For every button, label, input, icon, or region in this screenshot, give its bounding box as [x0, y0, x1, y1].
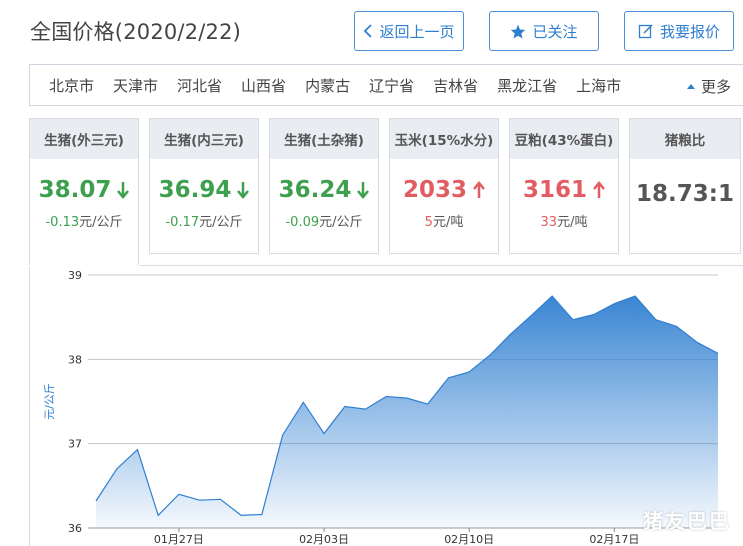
- y-tick-label: 36: [68, 522, 82, 535]
- region-bar: 北京市 天津市 河北省 山西省 内蒙古 辽宁省 吉林省 黑龙江省 上海市 更多: [29, 64, 743, 106]
- quote-button[interactable]: 我要报价: [624, 11, 734, 51]
- card-value: 2033: [402, 177, 467, 203]
- star-icon: [511, 24, 526, 39]
- price-card-pig-grain-ratio[interactable]: 猪粮比 18.73:1: [629, 118, 741, 254]
- region-item[interactable]: 山西省: [241, 75, 286, 96]
- card-change: -0.13: [45, 215, 80, 230]
- follow-label: 已关注: [532, 22, 578, 41]
- x-tick-label: 02月17日: [589, 533, 639, 546]
- price-chart-panel: 36 37 38 39 元/公斤 01月27日 02月03日 02月10日 02月17日 猪友巴…: [29, 265, 743, 546]
- quote-label: 我要报价: [659, 22, 720, 41]
- chevron-left-icon: [364, 24, 373, 38]
- card-value: 36.24: [278, 177, 352, 203]
- arrow-down-icon: [357, 182, 370, 199]
- card-unit: 元/公斤: [79, 215, 123, 230]
- card-title: 生猪(外三元): [30, 119, 138, 159]
- price-card-pig-local[interactable]: 生猪(土杂猪) 36.24 -0.09元/公斤: [269, 118, 379, 254]
- region-item[interactable]: 辽宁省: [369, 75, 414, 96]
- caret-up-icon: [686, 84, 695, 89]
- back-button[interactable]: 返回上一页: [354, 11, 464, 51]
- arrow-down-icon: [117, 182, 130, 199]
- card-title: 猪粮比: [630, 119, 740, 159]
- x-tick-label: 01月27日: [154, 533, 204, 546]
- price-card-pig-inner[interactable]: 生猪(内三元) 36.94 -0.17元/公斤: [149, 118, 259, 254]
- card-value: 18.73:1: [636, 181, 734, 207]
- card-unit: 元/吨: [557, 215, 588, 230]
- card-value: 36.94: [158, 177, 232, 203]
- card-title: 生猪(内三元): [150, 119, 258, 159]
- card-change: 5: [424, 215, 433, 230]
- region-item[interactable]: 内蒙古: [305, 75, 350, 96]
- y-tick-label: 37: [68, 438, 82, 451]
- arrow-up-icon: [473, 181, 485, 198]
- back-label: 返回上一页: [379, 22, 455, 41]
- region-item[interactable]: 吉林省: [433, 75, 478, 96]
- y-tick-label: 39: [68, 269, 82, 282]
- more-button[interactable]: 更多: [686, 76, 731, 97]
- card-change: -0.09: [285, 215, 320, 230]
- region-item[interactable]: 上海市: [576, 75, 621, 96]
- card-title: 玉米(15%水分): [390, 119, 498, 159]
- region-item[interactable]: 天津市: [113, 75, 158, 96]
- card-value: 38.07: [38, 177, 112, 203]
- region-item[interactable]: 北京市: [49, 75, 94, 96]
- card-change: 33: [540, 215, 558, 230]
- x-tick-label: 02月03日: [299, 533, 349, 546]
- region-item[interactable]: 河北省: [177, 75, 222, 96]
- watermark: 猪友巴巴: [643, 509, 731, 533]
- price-card-corn[interactable]: 玉米(15%水分) 2033 5元/吨: [389, 118, 499, 254]
- x-tick-label: 02月10日: [444, 533, 494, 546]
- series-area: [96, 296, 718, 528]
- edit-icon: [638, 24, 653, 39]
- region-item[interactable]: 黑龙江省: [497, 75, 557, 96]
- price-card-pig-outer[interactable]: 生猪(外三元) 38.07 -0.13元/公斤: [29, 118, 139, 266]
- page-title: 全国价格(2020/2/22): [30, 20, 242, 44]
- card-unit: 元/吨: [432, 215, 464, 230]
- card-change: -0.17: [165, 215, 200, 230]
- more-label: 更多: [700, 78, 731, 96]
- arrow-up-icon: [593, 181, 605, 198]
- y-axis-label: 元/公斤: [43, 383, 56, 420]
- card-unit: 元/公斤: [199, 215, 243, 230]
- card-title: 豆粕(43%蛋白): [510, 119, 618, 159]
- price-card-soymeal[interactable]: 豆粕(43%蛋白) 3161 33元/吨: [509, 118, 619, 254]
- y-tick-label: 38: [68, 353, 82, 366]
- card-title: 生猪(土杂猪): [270, 119, 378, 159]
- follow-button[interactable]: 已关注: [489, 11, 599, 51]
- arrow-down-icon: [237, 182, 250, 199]
- card-unit: 元/公斤: [319, 215, 363, 230]
- card-value: 3161: [522, 177, 587, 203]
- price-area-chart: 36 37 38 39 元/公斤 01月27日 02月03日 02月10日 02月17日: [43, 269, 719, 546]
